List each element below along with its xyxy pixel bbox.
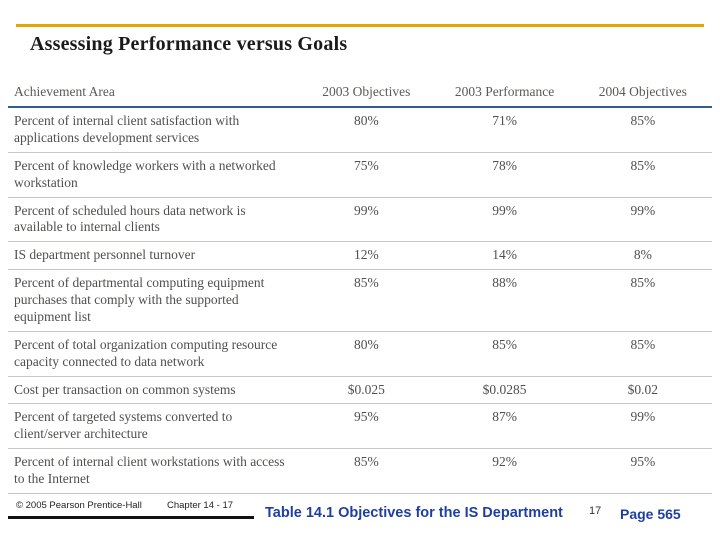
cell-achievement-area: Percent of knowledge workers with a netw… xyxy=(8,151,298,197)
objectives-table: Achievement Area 2003 Objectives 2003 Pe… xyxy=(8,82,712,494)
cell-2003-objective: 99% xyxy=(297,196,436,242)
cell-2004-objective: 8% xyxy=(573,241,712,270)
table-row: Percent of knowledge workers with a netw… xyxy=(8,151,712,197)
column-header-2003-objectives: 2003 Objectives xyxy=(322,84,411,99)
cell-2003-objective: 12% xyxy=(297,241,436,270)
cell-achievement-area: Percent of internal client workstations … xyxy=(8,448,298,494)
cell-2003-performance: 87% xyxy=(435,403,574,449)
cell-2003-performance: 99% xyxy=(435,196,574,242)
cell-2004-objective: 95% xyxy=(573,448,712,494)
table-head: Achievement Area 2003 Objectives 2003 Pe… xyxy=(8,82,712,107)
cell-2003-objective: 85% xyxy=(297,269,436,332)
cell-2003-objective: 80% xyxy=(353,113,379,128)
cell-2004-objective: 85% xyxy=(630,113,656,128)
table-body: Percent of internal client satisfaction … xyxy=(8,107,712,494)
cell-2004-objective: $0.02 xyxy=(573,375,712,404)
cell-achievement-area: Percent of scheduled hours data network … xyxy=(8,196,298,242)
cell-2004-objective: 85% xyxy=(573,330,712,376)
table-row: Percent of internal client workstations … xyxy=(8,448,712,494)
cell-achievement-area: Percent of internal client satisfaction … xyxy=(14,113,240,145)
cell-2004-objective: 99% xyxy=(573,196,712,242)
table-row: Cost per transaction on common systems $… xyxy=(8,375,712,404)
column-header-achievement-area: Achievement Area xyxy=(14,84,115,99)
cell-2003-objective: 75% xyxy=(297,151,436,197)
top-accent-rule xyxy=(16,24,704,27)
chapter-label: Chapter 14 - 17 xyxy=(167,500,234,511)
table-row: IS department personnel turnover 12% 14%… xyxy=(8,241,712,270)
column-header-2003-performance: 2003 Performance xyxy=(454,84,555,99)
cell-achievement-area: Percent of targeted systems converted to… xyxy=(8,403,298,449)
slide-number: 17 xyxy=(589,505,602,517)
objectives-table-container: Achievement Area 2003 Objectives 2003 Pe… xyxy=(8,82,712,494)
page-title: Assessing Performance versus Goals xyxy=(30,33,348,55)
page-label: Page 565 xyxy=(620,506,681,522)
table-row: Percent of total organization computing … xyxy=(8,330,712,376)
column-header-2004-objectives: 2004 Objectives xyxy=(598,84,687,99)
cell-achievement-area: Percent of total organization computing … xyxy=(8,330,298,376)
table-row: Percent of scheduled hours data network … xyxy=(8,196,712,242)
table-row: Percent of targeted systems converted to… xyxy=(8,403,712,449)
cell-achievement-area: Cost per transaction on common systems xyxy=(8,375,298,404)
table-row: Percent of internal client satisfaction … xyxy=(8,107,712,152)
table-row: Percent of departmental computing equipm… xyxy=(8,269,712,332)
table-caption: Table 14.1 Objectives for the IS Departm… xyxy=(265,505,563,521)
cell-2003-performance: 14% xyxy=(435,241,574,270)
cell-2003-performance: 71% xyxy=(492,113,517,128)
cell-2003-objective: 80% xyxy=(297,330,436,376)
footer-rule xyxy=(8,516,254,519)
cell-2003-objective: $0.025 xyxy=(297,375,436,404)
cell-2003-performance: 92% xyxy=(435,448,574,494)
copyright-text: © 2005 Pearson Prentice-Hall xyxy=(16,500,142,511)
table-header-row: Achievement Area 2003 Objectives 2003 Pe… xyxy=(8,82,712,107)
cell-2003-performance: 88% xyxy=(435,269,574,332)
cell-achievement-area: Percent of departmental computing equipm… xyxy=(8,269,298,332)
cell-2003-performance: 85% xyxy=(435,330,574,376)
cell-2003-performance: 78% xyxy=(435,151,574,197)
cell-2003-objective: 95% xyxy=(297,403,436,449)
cell-achievement-area: IS department personnel turnover xyxy=(8,241,298,270)
cell-2003-performance: $0.0285 xyxy=(435,375,574,404)
cell-2004-objective: 99% xyxy=(573,403,712,449)
cell-2003-objective: 85% xyxy=(297,448,436,494)
cell-2004-objective: 85% xyxy=(573,151,712,197)
cell-2004-objective: 85% xyxy=(573,269,712,332)
